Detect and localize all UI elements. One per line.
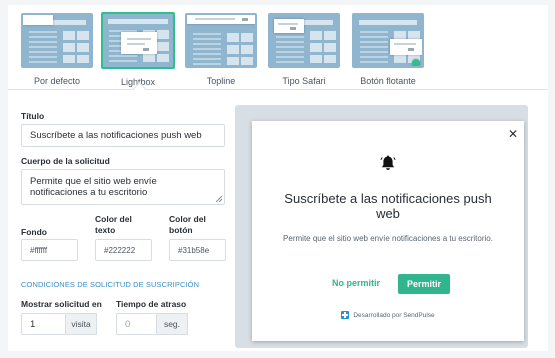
- body-text: Permite que el sitio web envíe notificac…: [30, 176, 157, 198]
- delay-label: Tiempo de atraso: [116, 299, 187, 309]
- background-color-label: Fondo: [21, 227, 47, 237]
- preview-title: Suscríbete a las notificaciones push web: [284, 191, 492, 221]
- background-color-input[interactable]: #ffffff: [21, 239, 78, 261]
- powered-by-text: Desarrollado por SendPulse: [353, 311, 435, 319]
- body-textarea[interactable]: Permite que el sitio web envíe notificac…: [21, 169, 225, 205]
- template-floating-button-thumbnail: [352, 13, 424, 68]
- lightbox-preview-popup: ✕ Suscríbete a las notificaciones push w…: [252, 121, 524, 341]
- template-divider: [8, 89, 548, 90]
- delay-unit: seg.: [157, 313, 188, 335]
- template-floating-button-label: Botón flotante: [360, 76, 416, 86]
- template-safari-thumbnail: [268, 13, 340, 68]
- template-topline[interactable]: Topline: [185, 13, 257, 86]
- show-on-visit-unit: visita: [66, 313, 97, 335]
- template-safari[interactable]: Tipo Safari: [268, 13, 340, 86]
- template-default-thumbnail: [21, 13, 93, 68]
- template-topline-thumbnail: [185, 13, 257, 68]
- show-on-visit-label: Mostrar solicitud en: [21, 299, 102, 309]
- button-color-label: Color del botón: [169, 214, 206, 235]
- template-default[interactable]: Por defecto: [21, 13, 93, 86]
- text-color-label: Color del texto: [95, 214, 132, 235]
- resize-handle-icon[interactable]: [216, 196, 222, 202]
- bell-icon: [380, 155, 396, 170]
- title-input[interactable]: Suscríbete a las notificaciones push web: [21, 124, 225, 147]
- close-icon[interactable]: ✕: [508, 127, 518, 141]
- preview-body: Permite que el sitio web envíe notificac…: [283, 234, 493, 243]
- allow-button[interactable]: Permitir: [398, 274, 450, 294]
- conditions-section-title: CONDICIONES DE SOLICITUD DE SUSCRIPCIÓN: [21, 280, 200, 289]
- template-lightbox-thumbnail: [101, 12, 175, 69]
- text-color-input[interactable]: #222222: [95, 239, 152, 261]
- sendpulse-logo-icon: [341, 311, 350, 319]
- button-color-input[interactable]: #31b58e: [169, 239, 226, 261]
- body-label: Cuerpo de la solicitud: [21, 156, 110, 166]
- title-label: Título: [21, 111, 45, 121]
- show-on-visit-input[interactable]: 1: [21, 313, 66, 335]
- template-topline-label: Topline: [206, 76, 236, 86]
- template-default-label: Por defecto: [33, 76, 81, 86]
- powered-by[interactable]: Desarrollado por SendPulse: [252, 311, 524, 319]
- template-floating-button[interactable]: Botón flotante: [352, 13, 424, 86]
- template-safari-label: Tipo Safari: [282, 76, 326, 86]
- template-lightbox[interactable]: Lightbox: [101, 12, 175, 87]
- deny-button[interactable]: No permitir: [332, 278, 380, 288]
- delay-input[interactable]: 0: [116, 313, 157, 335]
